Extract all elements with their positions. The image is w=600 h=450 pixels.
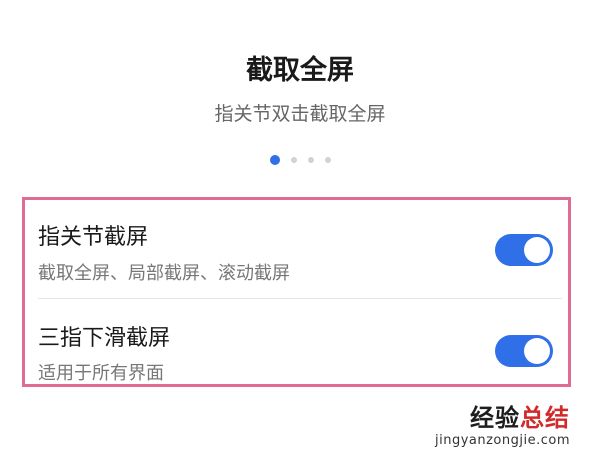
screenshot-settings-page: 截取全屏 指关节双击截取全屏 指关节截屏 截取全屏、局部截屏、滚动截屏 三指下滑… [0, 0, 600, 450]
three-finger-screenshot-toggle[interactable] [495, 335, 553, 367]
watermark: 经验总结 jingyanzongjie.com [435, 398, 570, 448]
setting-description: 适用于所有界面 [38, 363, 164, 384]
watermark-logo-part2: 总结 [520, 404, 570, 432]
page-subtitle: 指关节双击截取全屏 [214, 103, 386, 125]
carousel-dot-1[interactable] [269, 155, 280, 165]
carousel-dot-4[interactable] [324, 157, 331, 163]
watermark-logo-part1: 经验 [470, 404, 520, 432]
setting-label: 三指下滑截屏 [38, 326, 171, 351]
watermark-logo: 经验总结 [435, 398, 570, 433]
watermark-url: jingyanzongjie.com [434, 433, 570, 448]
knuckle-screenshot-toggle[interactable] [495, 234, 553, 266]
carousel-dot-3[interactable] [307, 157, 314, 163]
divider [38, 298, 562, 299]
page-title: 截取全屏 [246, 55, 354, 86]
setting-row-three-finger-screenshot[interactable]: 三指下滑截屏 适用于所有界面 [38, 312, 558, 407]
carousel-indicator [0, 155, 600, 165]
toggle-knob [524, 237, 550, 263]
toggle-knob [524, 338, 550, 364]
setting-label: 指关节截屏 [38, 225, 149, 250]
setting-description: 截取全屏、局部截屏、滚动截屏 [38, 263, 290, 284]
setting-row-knuckle-screenshot[interactable]: 指关节截屏 截取全屏、局部截屏、滚动截屏 [38, 215, 558, 310]
carousel-dot-2[interactable] [290, 157, 297, 163]
